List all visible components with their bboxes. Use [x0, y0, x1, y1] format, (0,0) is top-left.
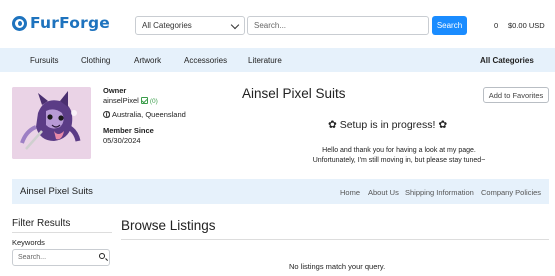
no-listings-message: No listings match your query. — [289, 262, 386, 271]
owner-name[interactable]: ainselPixel — [103, 96, 139, 105]
logo-icon — [12, 15, 27, 31]
store-name[interactable]: Ainsel Pixel Suits — [20, 186, 93, 197]
member-since-label: Member Since — [103, 126, 154, 135]
keywords-label: Keywords — [12, 238, 45, 247]
location-info: Australia, Queensland — [103, 110, 186, 119]
location-text: Australia, Queensland — [112, 110, 186, 119]
nav-item-literature[interactable]: Literature — [248, 56, 282, 65]
category-select-value: All Categories — [142, 21, 192, 30]
filter-results-title: Filter Results — [12, 218, 71, 229]
owner-label: Owner — [103, 86, 127, 95]
listings-divider — [121, 239, 549, 240]
store-bar: Ainsel Pixel Suits Home About Us Shippin… — [12, 179, 549, 204]
nav-item-artwork[interactable]: Artwork — [134, 56, 161, 65]
owner-info: ainselPixel (0) — [103, 96, 158, 105]
browse-listings-title: Browse Listings — [121, 218, 216, 233]
nav-item-fursuits[interactable]: Fursuits — [30, 56, 58, 65]
nav-item-accessories[interactable]: Accessories — [184, 56, 227, 65]
chevron-down-icon — [230, 20, 240, 30]
logo-text: FurForge — [30, 14, 110, 32]
filter-divider — [12, 232, 112, 233]
site-logo[interactable]: FurForge — [12, 14, 110, 32]
member-since-date: 05/30/2024 — [103, 136, 141, 145]
search-input[interactable] — [247, 16, 429, 35]
top-header: FurForge All Categories Search 0 $0.00 U… — [0, 0, 555, 48]
shop-avatar — [12, 87, 91, 159]
welcome-message: Hello and thank you for having a look at… — [299, 146, 499, 166]
search-icon[interactable] — [99, 253, 105, 259]
category-nav: Fursuits Clothing Artwork Accessories Li… — [0, 48, 555, 72]
verify-count: (0) — [149, 98, 158, 105]
store-link-about-us[interactable]: About Us — [368, 188, 399, 197]
nav-item-clothing[interactable]: Clothing — [81, 56, 110, 65]
category-select[interactable]: All Categories — [135, 16, 245, 35]
store-link-shipping-information[interactable]: Shipping Information — [405, 188, 474, 197]
search-button[interactable]: Search — [432, 16, 467, 35]
welcome-line-2: Unfortunately, I'm still moving in, but … — [312, 157, 486, 164]
verified-check-icon — [140, 97, 148, 104]
setup-message: ✿ Setup is in progress! ✿ — [328, 119, 448, 131]
keywords-input[interactable] — [12, 249, 110, 266]
cart-total[interactable]: $0.00 USD — [508, 21, 545, 30]
shop-title: Ainsel Pixel Suits — [242, 86, 346, 101]
cart-count[interactable]: 0 — [494, 21, 498, 30]
globe-icon — [103, 111, 110, 118]
nav-all-categories[interactable]: All Categories — [480, 56, 534, 65]
welcome-line-1: Hello and thank you for having a look at… — [322, 147, 476, 154]
store-link-home[interactable]: Home — [340, 188, 360, 197]
store-link-company-policies[interactable]: Company Policies — [481, 188, 541, 197]
add-to-favorites-button[interactable]: Add to Favorites — [483, 87, 549, 103]
